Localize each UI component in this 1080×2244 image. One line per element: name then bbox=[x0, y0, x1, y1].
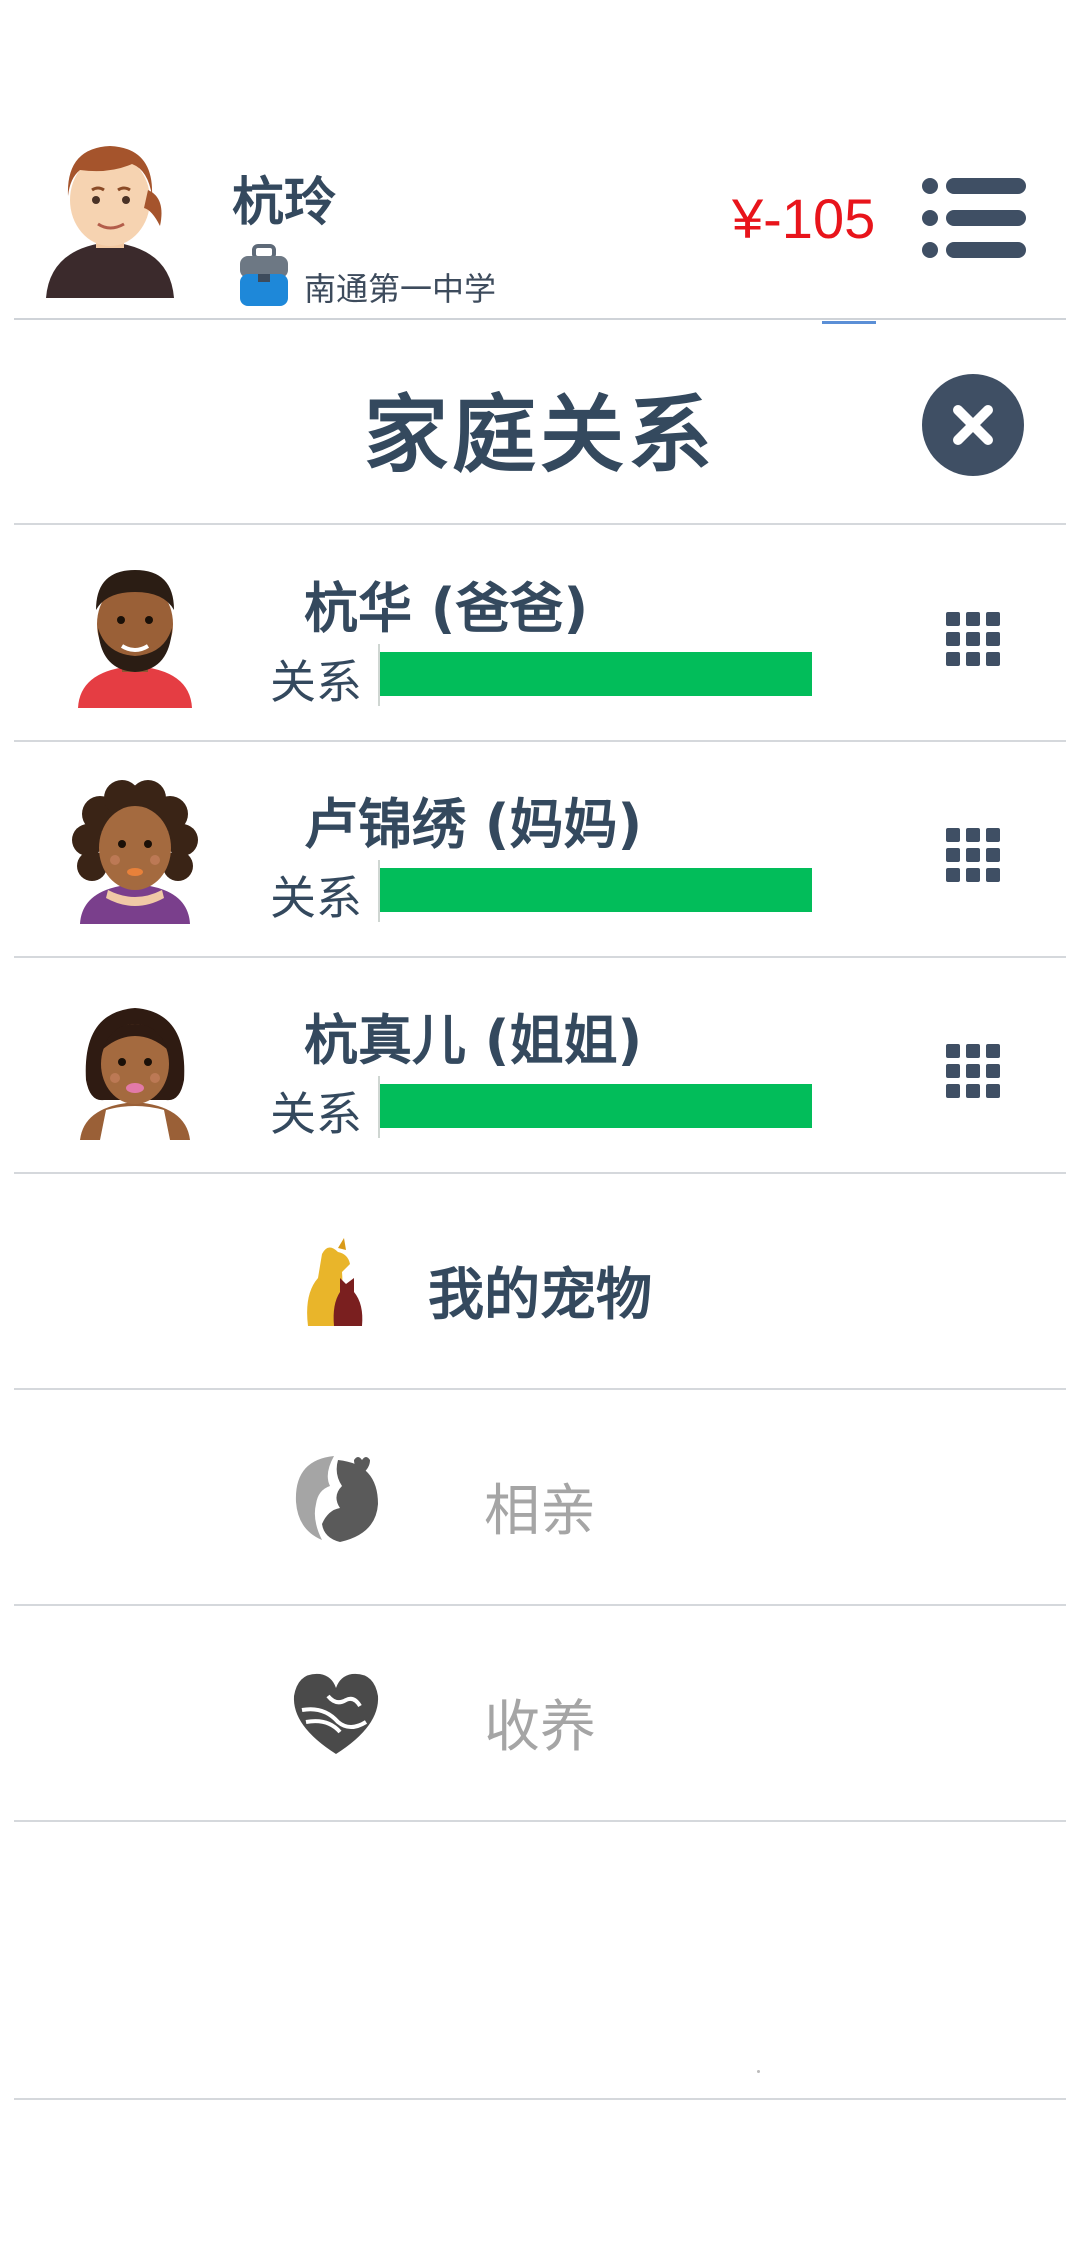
family-row: 杭真儿 (姐姐) 关系 bbox=[14, 958, 1066, 1174]
bottom-divider bbox=[14, 2098, 1066, 2100]
dot-mark bbox=[757, 2070, 760, 2073]
adoption-button[interactable]: 收养 bbox=[14, 1606, 1066, 1822]
my-pets-button[interactable]: 我的宠物 bbox=[14, 1174, 1066, 1390]
list-menu-icon[interactable] bbox=[920, 176, 1030, 260]
grid-menu-icon[interactable] bbox=[946, 612, 1000, 666]
sister-avatar-icon bbox=[80, 1008, 190, 1140]
player-name: 杭玲 bbox=[232, 173, 337, 233]
header-divider bbox=[14, 318, 1066, 320]
relation-bar bbox=[380, 1084, 812, 1128]
relation-label: 关系 bbox=[270, 655, 362, 709]
panel-title: 家庭关系 bbox=[363, 386, 716, 484]
member-name: 卢锦绣 (妈妈) bbox=[304, 793, 643, 856]
adoption-label: 收养 bbox=[484, 1695, 596, 1760]
relation-label: 关系 bbox=[270, 1087, 362, 1141]
header-accent-line bbox=[822, 321, 876, 324]
family-row: 杭华 (爸爸) 关系 bbox=[14, 526, 1066, 742]
matchmaking-icon bbox=[295, 1456, 378, 1542]
school-bag-icon bbox=[240, 244, 288, 306]
close-button[interactable] bbox=[922, 374, 1024, 476]
close-icon bbox=[953, 405, 993, 445]
matchmaking-button[interactable]: 相亲 bbox=[14, 1390, 1066, 1606]
matchmaking-label: 相亲 bbox=[484, 1479, 596, 1544]
school-name: 南通第一中学 bbox=[304, 270, 497, 308]
my-pets-label: 我的宠物 bbox=[428, 1263, 652, 1328]
father-avatar-icon bbox=[78, 570, 192, 708]
member-name: 杭真儿 (姐姐) bbox=[304, 1009, 643, 1072]
member-name: 杭华 (爸爸) bbox=[304, 577, 589, 640]
family-row: 卢锦绣 (妈妈) 关系 bbox=[14, 742, 1066, 958]
money-balance: ¥-105 bbox=[732, 187, 876, 250]
grid-menu-icon[interactable] bbox=[946, 1044, 1000, 1098]
player-avatar-icon[interactable] bbox=[40, 130, 180, 300]
title-divider bbox=[14, 523, 1066, 525]
player-header: 杭玲 南通第一中学 ¥-105 bbox=[0, 0, 1080, 324]
pets-icon bbox=[307, 1238, 363, 1326]
relation-label: 关系 bbox=[270, 871, 362, 925]
mother-avatar-icon bbox=[72, 780, 198, 924]
relation-bar bbox=[380, 652, 812, 696]
relation-bar bbox=[380, 868, 812, 912]
adoption-heart-icon bbox=[293, 1673, 379, 1754]
grid-menu-icon[interactable] bbox=[946, 828, 1000, 882]
